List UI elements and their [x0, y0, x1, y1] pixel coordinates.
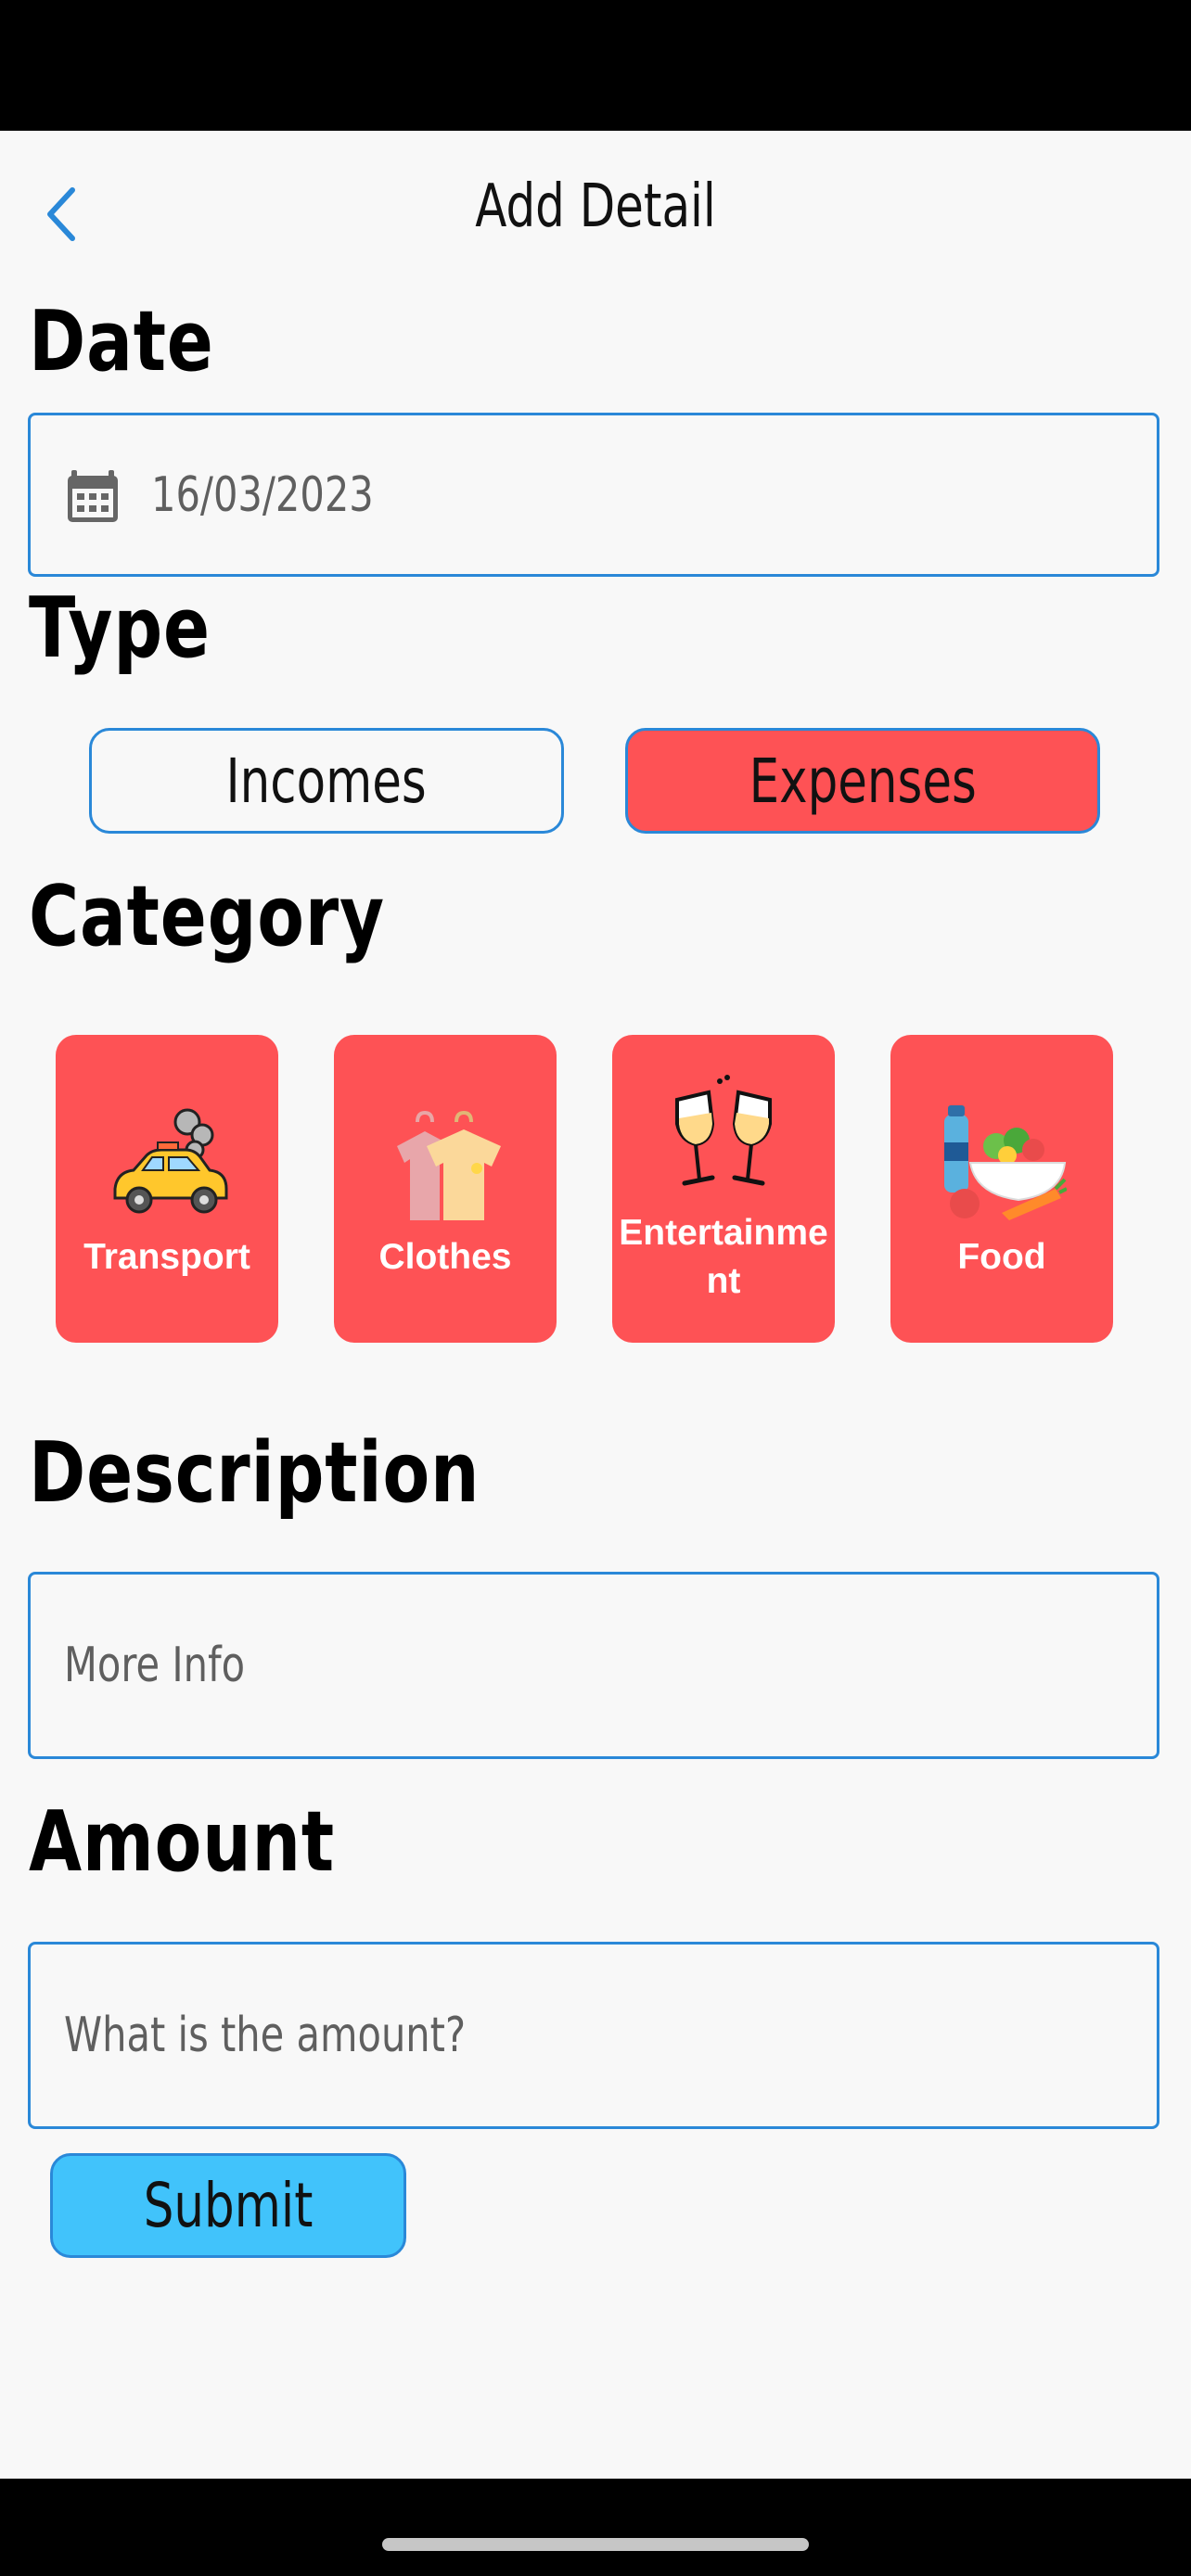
type-heading: Type	[29, 580, 211, 677]
category-clothes[interactable]: Clothes	[334, 1035, 557, 1343]
date-field[interactable]: 16/03/2023	[28, 413, 1159, 577]
description-heading: Description	[29, 1424, 480, 1522]
category-label: Transport	[83, 1237, 250, 1277]
description-input[interactable]: More Info	[28, 1572, 1159, 1759]
submit-button[interactable]: Submit	[50, 2153, 406, 2258]
page-title: Add Detail	[475, 172, 716, 241]
amount-placeholder: What is the amount?	[64, 2008, 467, 2063]
expenses-label: Expenses	[749, 745, 977, 817]
category-label: Clothes	[378, 1237, 512, 1277]
add-detail-screen: Add Detail Date 16/03/2023 Type Incomes …	[0, 131, 1191, 2479]
category-entertainment[interactable]: Entertainment	[612, 1035, 835, 1343]
incomes-label: Incomes	[225, 745, 428, 817]
date-heading: Date	[29, 293, 214, 390]
submit-label: Submit	[143, 2170, 314, 2241]
description-placeholder: More Info	[64, 1638, 246, 1693]
category-heading: Category	[29, 868, 385, 965]
incomes-button[interactable]: Incomes	[89, 728, 564, 834]
chevron-left-icon	[47, 187, 75, 241]
calendar-icon	[68, 470, 118, 522]
category-transport[interactable]: Transport	[56, 1035, 278, 1343]
amount-input[interactable]: What is the amount?	[28, 1942, 1159, 2129]
amount-heading: Amount	[29, 1793, 335, 1891]
salad-bowl-icon	[944, 1105, 1067, 1220]
category-food[interactable]: Food	[890, 1035, 1113, 1343]
champagne-glasses-icon	[675, 1075, 772, 1186]
taxi-car-icon	[113, 1108, 228, 1214]
back-button[interactable]	[33, 177, 89, 251]
category-label: Food	[957, 1237, 1046, 1277]
shirts-on-hangers-icon	[397, 1110, 501, 1220]
category-label: Entertainment	[619, 1213, 828, 1301]
date-value: 16/03/2023	[151, 466, 374, 523]
status-bar	[0, 0, 1191, 131]
navigation-bar: Add Detail	[0, 131, 1191, 288]
expenses-button[interactable]: Expenses	[625, 728, 1100, 834]
home-area	[0, 2479, 1191, 2576]
home-indicator[interactable]	[382, 2538, 809, 2551]
